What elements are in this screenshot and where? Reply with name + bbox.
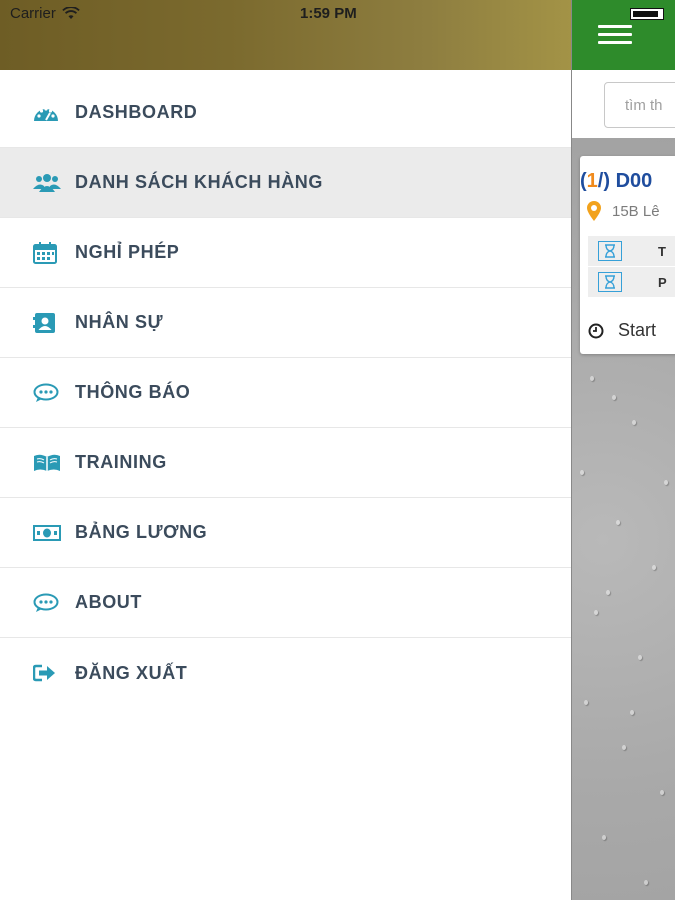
- hourglass-icon: [598, 241, 622, 261]
- card-row: P: [588, 267, 675, 298]
- card-start-label: Start: [618, 320, 657, 340]
- chat-bubble-icon: [33, 592, 61, 614]
- hourglass-icon: [598, 272, 622, 292]
- menu-item-payroll[interactable]: BẢNG LƯƠNG: [0, 498, 571, 568]
- card-address: 15B Lê: [586, 200, 660, 222]
- menu-item-dashboard[interactable]: DASHBOARD: [0, 78, 571, 148]
- users-group-icon: [33, 172, 61, 194]
- menu-item-leave[interactable]: NGHỈ PHÉP: [0, 218, 571, 288]
- menu-label: TRAINING: [75, 452, 167, 472]
- search-input[interactable]: [604, 82, 675, 128]
- card-address-text: 15B Lê: [612, 202, 660, 220]
- card-index: 1: [586, 170, 598, 192]
- carrier-label: Carrier: [10, 5, 56, 22]
- menu-label: BẢNG LƯƠNG: [75, 522, 208, 542]
- main-content[interactable]: (1/) D00 15B Lê T: [571, 0, 675, 900]
- map-pin-icon: [587, 201, 601, 221]
- menu-label: ABOUT: [75, 592, 142, 612]
- wifi-icon: [62, 7, 80, 19]
- open-book-icon: [33, 452, 61, 474]
- menu-item-customer-list[interactable]: DANH SÁCH KHÁCH HÀNG: [0, 148, 571, 218]
- card-title: (1/) D00: [580, 170, 652, 193]
- card-row-label: P: [658, 274, 667, 290]
- dashboard-gauge-icon: [33, 102, 61, 124]
- menu-label: DASHBOARD: [75, 102, 198, 122]
- menu-item-logout[interactable]: ĐĂNG XUẤT: [0, 638, 571, 708]
- menu-label: DANH SÁCH KHÁCH HÀNG: [75, 172, 323, 192]
- chat-bubble-icon: [33, 382, 61, 404]
- sign-out-icon: [33, 662, 61, 684]
- main-top-bar: [572, 0, 675, 70]
- menu-item-training[interactable]: TRAINING: [0, 428, 571, 498]
- status-carrier: Carrier: [10, 5, 80, 22]
- drawer-header: Carrier 1:59 PM: [0, 0, 571, 70]
- card-rows: T P: [588, 236, 675, 298]
- calendar-icon: [33, 241, 61, 264]
- contact-card-icon: [33, 312, 61, 334]
- customer-card[interactable]: (1/) D00 15B Lê T P Start: [580, 156, 675, 354]
- menu-toggle-icon[interactable]: [598, 25, 632, 45]
- card-row-label: T: [658, 243, 666, 259]
- menu-item-about[interactable]: ABOUT: [0, 568, 571, 638]
- navigation-drawer: Carrier 1:59 PM DASHBOARD DANH SÁCH KHÁC…: [0, 0, 571, 900]
- menu-label: THÔNG BÁO: [75, 382, 191, 402]
- battery-icon: [630, 8, 664, 20]
- menu-label: ĐĂNG XUẤT: [75, 662, 188, 683]
- money-bill-icon: [33, 522, 61, 544]
- menu-item-personnel[interactable]: NHÂN SỰ: [0, 288, 571, 358]
- search-bar: [572, 70, 675, 138]
- menu-item-notifications[interactable]: THÔNG BÁO: [0, 358, 571, 428]
- card-title-open: (: [580, 170, 587, 192]
- card-row: T: [588, 236, 675, 267]
- menu-label: NHÂN SỰ: [75, 312, 164, 332]
- status-time: 1:59 PM: [300, 5, 357, 22]
- menu-label: NGHỈ PHÉP: [75, 242, 180, 262]
- clock-icon: [588, 323, 604, 338]
- drawer-menu: DASHBOARD DANH SÁCH KHÁCH HÀNG NGHỈ PHÉP…: [0, 78, 571, 708]
- card-title-rest: /) D00: [597, 170, 653, 192]
- card-start-time: Start: [588, 320, 656, 341]
